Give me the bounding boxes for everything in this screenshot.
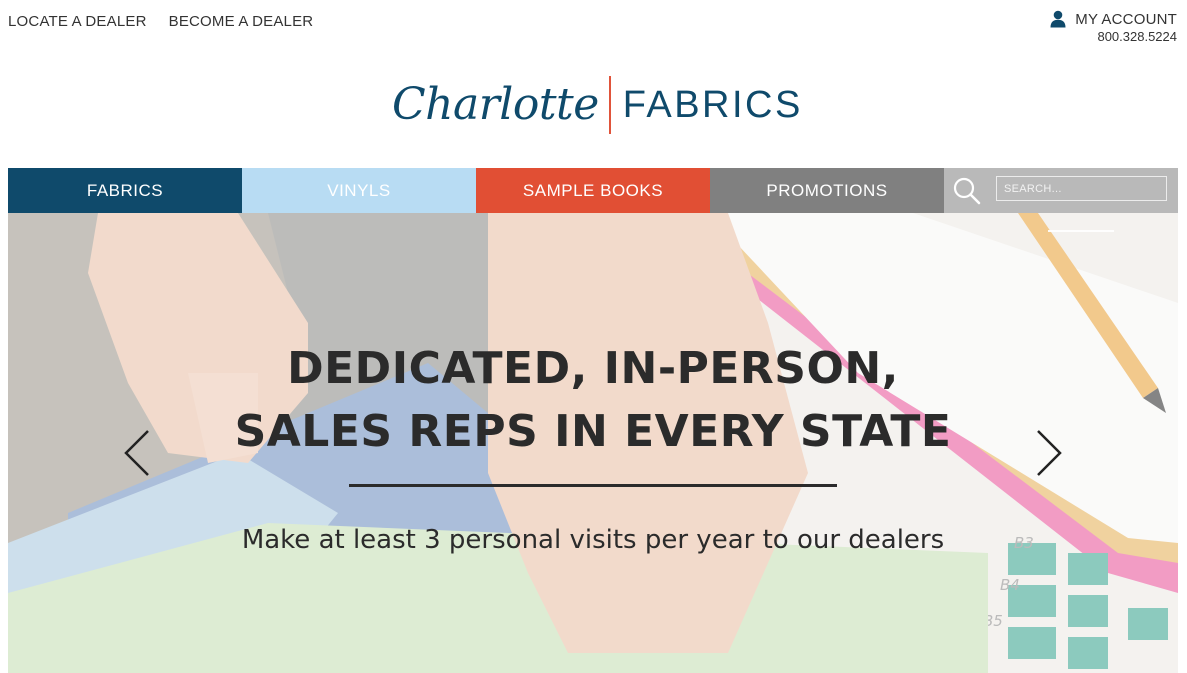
account-area: MY ACCOUNT 800.328.5224 — [1050, 10, 1177, 44]
hero-headline-line1: DEDICATED, IN-PERSON, — [287, 343, 899, 394]
locate-dealer-link[interactable]: LOCATE A DEALER — [8, 13, 147, 30]
chevron-right-icon[interactable] — [1028, 423, 1068, 483]
nav-sample-books[interactable]: SAMPLE BOOKS — [476, 168, 710, 213]
main-nav: FABRICS VINYLS SAMPLE BOOKS PROMOTIONS — [8, 168, 1178, 213]
search-input[interactable] — [996, 176, 1167, 201]
my-account-label: MY ACCOUNT — [1075, 10, 1177, 28]
nav-fabrics[interactable]: FABRICS — [8, 168, 242, 213]
chevron-left-icon[interactable] — [118, 423, 158, 483]
logo-wordmark: FABRICS — [622, 84, 803, 126]
hero-slider: B3 B4 B5 B6 DEDICATED, IN-PERSON, SALES … — [8, 213, 1178, 673]
user-icon — [1050, 10, 1066, 28]
search-icon[interactable] — [952, 176, 982, 206]
my-account-link[interactable]: MY ACCOUNT — [1050, 10, 1177, 28]
logo-divider — [608, 76, 611, 134]
hero-divider — [349, 484, 837, 487]
site-logo[interactable]: Charlotte FABRICS — [392, 72, 803, 138]
become-dealer-link[interactable]: BECOME A DEALER — [169, 13, 314, 30]
logo-script-text: Charlotte — [392, 79, 599, 130]
search-bar — [944, 168, 1178, 213]
phone-number: 800.328.5224 — [1097, 29, 1177, 44]
nav-promotions[interactable]: PROMOTIONS — [710, 168, 944, 213]
nav-vinyls[interactable]: VINYLS — [242, 168, 476, 213]
hero-headline-line2: SALES REPS IN EVERY STATE — [234, 406, 952, 457]
slide-indicator — [1048, 230, 1114, 232]
hero-subline: Make at least 3 personal visits per year… — [241, 525, 945, 555]
utility-links: LOCATE A DEALER BECOME A DEALER — [8, 13, 313, 30]
